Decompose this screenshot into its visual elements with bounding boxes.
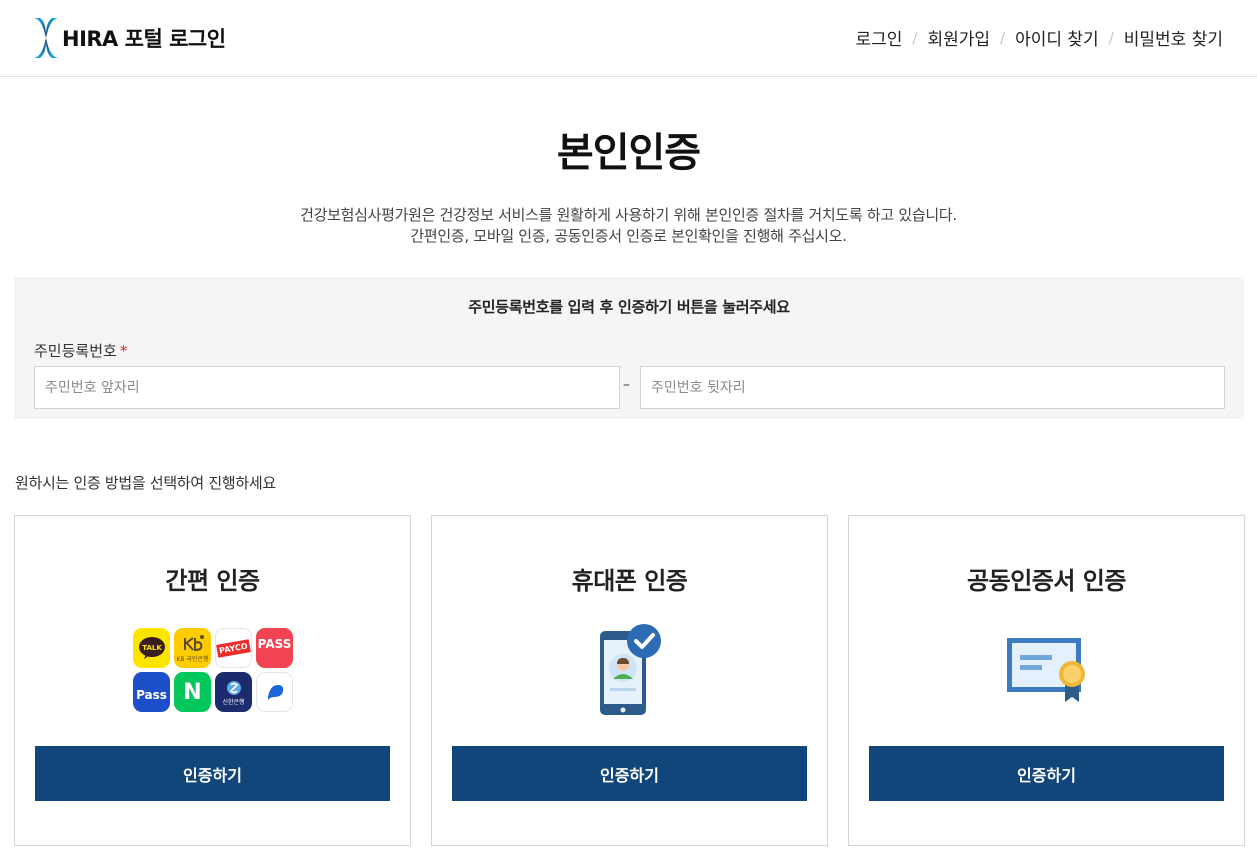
payco-text: PAYCO xyxy=(216,638,251,658)
naver-icon: N xyxy=(174,672,211,712)
kb-bank-icon: KB 국민은행 xyxy=(174,628,211,668)
pass-text: PASS xyxy=(257,637,292,651)
shinhan-text: 신한은행 xyxy=(222,698,245,706)
required-mark: * xyxy=(119,342,128,360)
nav-login[interactable]: 로그인 xyxy=(855,25,902,50)
nav-separator: / xyxy=(1108,28,1114,47)
hira-x-logo-icon xyxy=(34,18,58,58)
simple-auth-app-grid: TALK KB 국민은행 PAYCO PASS Pass N 신한은행 xyxy=(133,628,295,712)
nav-separator: / xyxy=(1000,28,1006,47)
payco-icon: PAYCO xyxy=(215,628,252,668)
nav-find-id[interactable]: 아이디 찾기 xyxy=(1015,25,1099,50)
phone-check-icon xyxy=(600,624,661,715)
page-title: 본인인증 xyxy=(556,130,701,176)
naver-text: N xyxy=(183,679,202,705)
rrn-label: 주민등록번호 * xyxy=(34,340,127,361)
card-title: 공동인증서 인증 xyxy=(967,567,1126,595)
certificate-auth-card: 공동인증서 인증 인증하기 xyxy=(848,515,1245,846)
rrn-dash: – xyxy=(623,377,630,393)
rrn-label-text: 주민등록번호 xyxy=(34,342,117,360)
pass-subtext xyxy=(274,653,276,659)
simple-auth-card: 간편 인증 TALK KB 국민은행 PAYCO PASS Pass N 신한은… xyxy=(14,515,411,846)
rrn-back-input[interactable] xyxy=(640,366,1225,409)
nav-separator: / xyxy=(912,28,918,47)
method-guide-text: 원하시는 인증 방법을 선택하여 진행하세요 xyxy=(15,474,276,492)
card-title: 간편 인증 xyxy=(165,567,260,595)
nav-find-password[interactable]: 비밀번호 찾기 xyxy=(1124,25,1223,50)
rrn-panel: 주민등록번호를 입력 후 인증하기 버튼을 눌러주세요 주민등록번호* – xyxy=(14,277,1244,419)
kakaotalk-icon: TALK xyxy=(133,628,170,668)
logo-text: HIRA 포털 로그인 xyxy=(62,27,226,51)
description-line-2: 간편인증, 모바일 인증, 공동인증서 인증로 본인확인을 진행해 주십시오. xyxy=(410,227,847,245)
toss-icon xyxy=(256,672,293,712)
phone-auth-card: 휴대폰 인증 인증하기 xyxy=(431,515,828,846)
kakaotalk-text: TALK xyxy=(142,644,162,652)
rrn-guide-text: 주민등록번호를 입력 후 인증하기 버튼을 눌러주세요 xyxy=(468,298,790,316)
kb-bank-text: KB 국민은행 xyxy=(176,655,209,663)
description-line-1: 건강보험심사평가원은 건강정보 서비스를 원활하게 사용하기 위해 본인인증 절… xyxy=(300,206,957,224)
hira-logo[interactable]: HIRA 포털 로그인 xyxy=(32,16,226,60)
page-description: 건강보험심사평가원은 건강정보 서비스를 원활하게 사용하기 위해 본인인증 절… xyxy=(0,205,1257,247)
rrn-front-input[interactable] xyxy=(34,366,620,409)
pass-icon: PASS xyxy=(256,628,293,668)
samsung-pass-text: Pass xyxy=(136,688,167,702)
shinhan-bank-icon: 신한은행 xyxy=(215,672,252,712)
header: HIRA 포털 로그인 로그인 / 회원가입 / 아이디 찾기 / 비밀번호 찾… xyxy=(0,0,1257,77)
samsung-pass-icon: Pass xyxy=(133,672,170,712)
phone-auth-button[interactable]: 인증하기 xyxy=(452,746,807,801)
card-title: 휴대폰 인증 xyxy=(571,567,688,595)
nav-signup[interactable]: 회원가입 xyxy=(927,25,990,50)
top-nav: 로그인 / 회원가입 / 아이디 찾기 / 비밀번호 찾기 xyxy=(855,25,1223,51)
certificate-auth-button[interactable]: 인증하기 xyxy=(869,746,1224,801)
simple-auth-button[interactable]: 인증하기 xyxy=(35,746,390,801)
certificate-icon xyxy=(1007,638,1085,702)
